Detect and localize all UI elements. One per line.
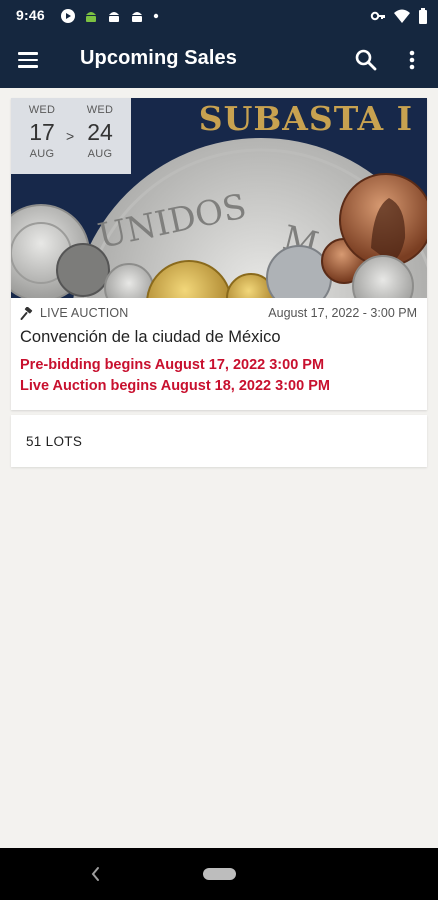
end-date: WED 24 AUG — [80, 104, 120, 160]
sale-card[interactable]: UNIDOS M SUBASTA I WED 17 AUG > WED 24 A… — [11, 98, 427, 410]
battery-icon — [419, 8, 427, 24]
hamburger-menu-icon[interactable] — [14, 46, 42, 74]
lots-count-label: 51 LOTS — [26, 434, 83, 449]
sale-title: Convención de la ciudad de México — [20, 328, 281, 346]
auction-date: August 17, 2022 - 3:00 PM — [268, 306, 417, 320]
end-day: 24 — [87, 119, 113, 145]
prebidding-text: Pre-bidding begins August 17, 2022 3:00 … — [20, 357, 325, 373]
lots-count-button[interactable]: 51 LOTS — [11, 415, 427, 467]
start-month: AUG — [29, 148, 55, 160]
live-auction-text: Live Auction begins August 18, 2022 3:00… — [20, 378, 330, 394]
wifi-icon — [394, 9, 410, 23]
status-time: 9:46 — [16, 7, 45, 23]
page-title: Upcoming Sales — [80, 47, 237, 69]
key-icon — [370, 11, 385, 21]
gavel-icon — [20, 307, 33, 320]
auction-type-label: LIVE AUCTION — [40, 306, 129, 320]
start-day: 17 — [29, 119, 55, 145]
date-range-box: WED 17 AUG > WED 24 AUG — [11, 98, 131, 174]
system-nav-bar — [0, 848, 438, 900]
banner-caption: SUBASTA I — [198, 99, 413, 138]
back-chevron-icon[interactable] — [88, 864, 104, 884]
status-bar: 9:46 — [0, 0, 438, 32]
start-date: WED 17 AUG — [22, 104, 62, 160]
android-icon — [86, 12, 96, 22]
sale-info-row: LIVE AUCTION August 17, 2022 - 3:00 PM — [11, 306, 427, 322]
system-icons — [370, 8, 428, 24]
dot-icon — [153, 13, 159, 19]
home-pill-icon[interactable] — [203, 868, 236, 880]
play-store-icon — [61, 9, 75, 23]
android-icon — [109, 12, 119, 22]
sale-banner-image: UNIDOS M SUBASTA I WED 17 AUG > WED 24 A… — [11, 98, 427, 298]
android-icon — [132, 12, 142, 22]
start-weekday: WED — [28, 104, 56, 116]
date-separator: > — [66, 128, 75, 144]
search-icon[interactable] — [352, 46, 380, 74]
more-vert-icon[interactable] — [400, 46, 424, 74]
end-month: AUG — [87, 148, 113, 160]
app-bar: Upcoming Sales — [0, 32, 438, 88]
notification-icons — [60, 8, 160, 24]
end-weekday: WED — [86, 104, 114, 116]
